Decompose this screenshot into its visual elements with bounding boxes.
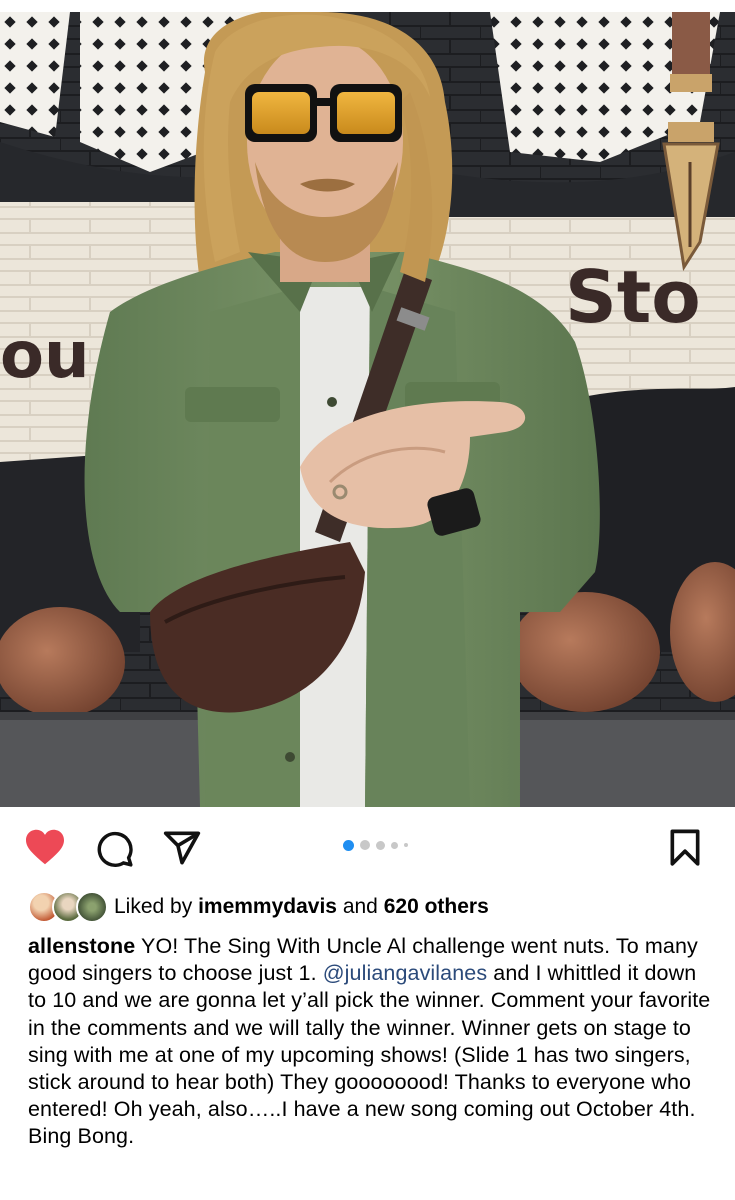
- comment-button[interactable]: [96, 830, 134, 868]
- likes-prefix: Liked by: [114, 895, 193, 918]
- liker-avatars[interactable]: [28, 890, 108, 924]
- bookmark-icon: [670, 829, 700, 866]
- carousel-indicator: [343, 839, 408, 851]
- caption-text-end: and I whittled it down to 10 and we are …: [28, 961, 711, 1149]
- likes-text: Liked by imemmydavis and 620 others: [114, 895, 489, 919]
- save-button[interactable]: [668, 829, 702, 867]
- post-photo: ou Sto: [0, 12, 735, 807]
- wall-text-left: ou: [0, 319, 90, 393]
- post-media[interactable]: ou Sto: [0, 12, 735, 807]
- caption-mention[interactable]: @juliangavilanes: [323, 961, 487, 985]
- post-caption: allenstone YO! The Sing With Uncle Al ch…: [28, 933, 718, 1151]
- avatar[interactable]: [76, 891, 108, 923]
- carousel-dot: [391, 841, 398, 849]
- carousel-dot: [404, 843, 408, 847]
- likes-row: Liked by imemmydavis and 620 others: [28, 890, 489, 924]
- like-button[interactable]: [24, 828, 66, 866]
- carousel-dot: [360, 840, 370, 850]
- carousel-dot: [376, 840, 385, 850]
- share-button[interactable]: [162, 830, 202, 866]
- comment-bubble-icon: [97, 831, 133, 867]
- carousel-dot-active: [343, 839, 354, 851]
- wall-text-right: Sto: [565, 255, 701, 339]
- likes-count[interactable]: 620 others: [384, 895, 489, 918]
- liker-username[interactable]: imemmydavis: [198, 895, 337, 918]
- likes-joiner: and: [342, 895, 378, 918]
- paper-plane-icon: [163, 831, 201, 865]
- caption-username[interactable]: allenstone: [28, 934, 135, 958]
- heart-filled-icon: [26, 829, 64, 865]
